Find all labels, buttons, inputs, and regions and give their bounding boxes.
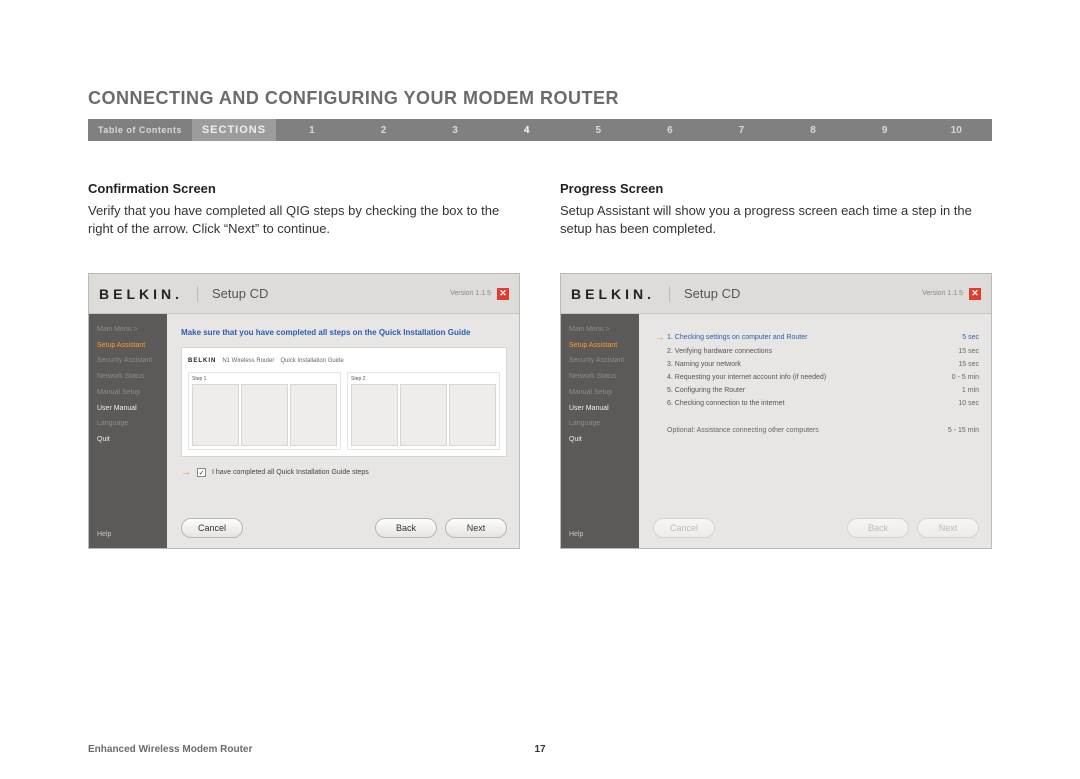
version-label: Version 1.1.5 [922,290,963,297]
sidebar-quit[interactable]: Quit [97,436,159,444]
nav-section-7[interactable]: 7 [706,119,778,141]
progress-time: 15 sec [933,361,979,368]
progress-list: →1. Checking settings on computer and Ro… [653,332,979,407]
progress-screenshot: BELKIN. Setup CD Version 1.1.5 ✕ Main Me… [560,273,992,549]
brand-logo: BELKIN. [571,286,670,302]
sidebar-security-assistant[interactable]: Security Assistant [569,357,631,365]
nav-section-10[interactable]: 10 [920,119,992,141]
arrow-icon: → [653,332,667,342]
qig-step1-title: Step 1 [192,376,337,382]
page-title: CONNECTING AND CONFIGURING YOUR MODEM RO… [88,88,992,109]
section-nav: Table of Contents SECTIONS 12345678910 [88,119,992,141]
confirm-text: I have completed all Quick Installation … [212,469,369,476]
progress-row: 2. Verifying hardware connections15 sec [653,348,979,355]
sidebar: Main Menu > Setup Assistant Security Ass… [89,314,167,548]
sidebar-language[interactable]: Language [569,420,631,428]
nav-section-5[interactable]: 5 [562,119,634,141]
qig-preview: BELKIN N1 Wireless Router Quick Installa… [181,347,507,457]
progress-time: 0 - 5 min [933,374,979,381]
qig-step-2: Step 2 [347,372,500,450]
brand-logo: BELKIN. [99,286,198,302]
cancel-button[interactable]: Cancel [181,518,243,538]
progress-label: 6. Checking connection to the internet [667,400,933,407]
optional-time: 5 - 15 min [933,427,979,434]
close-icon[interactable]: ✕ [497,288,509,300]
arrow-icon: → [181,467,191,478]
cancel-button[interactable]: Cancel [653,518,715,538]
nav-section-9[interactable]: 9 [849,119,921,141]
sidebar-main-menu[interactable]: Main Menu > [569,326,631,334]
nav-section-4[interactable]: 4 [491,119,563,141]
progress-row: 5. Configuring the Router1 min [653,387,979,394]
next-button[interactable]: Next [917,518,979,538]
progress-time: 5 sec [933,334,979,341]
sidebar-network-status[interactable]: Network Status [569,373,631,381]
nav-section-8[interactable]: 8 [777,119,849,141]
progress-label: 3. Naming your network [667,361,933,368]
app-title: Setup CD [198,286,450,301]
qig-step2-title: Step 2 [351,376,496,382]
sidebar-help[interactable]: Help [569,531,583,538]
progress-label: 1. Checking settings on computer and Rou… [667,334,933,341]
progress-label: 5. Configuring the Router [667,387,933,394]
sidebar-manual-setup[interactable]: Manual Setup [569,389,631,397]
qig-step-1: Step 1 [188,372,341,450]
instruction-text: Make sure that you have completed all st… [181,328,507,337]
sidebar-security-assistant[interactable]: Security Assistant [97,357,159,365]
left-body: Verify that you have completed all QIG s… [88,202,520,237]
nav-toc[interactable]: Table of Contents [88,125,192,135]
version-label: Version 1.1.5 [450,290,491,297]
sidebar-user-manual[interactable]: User Manual [97,405,159,413]
confirm-checkbox[interactable]: ✓ [197,468,206,477]
close-icon[interactable]: ✕ [969,288,981,300]
app-title: Setup CD [670,286,922,301]
progress-label: 4. Requesting your internet account info… [667,374,933,381]
footer: Enhanced Wireless Modem Router 17 [88,744,992,755]
qig-product: N1 Wireless Router [222,358,274,364]
nav-sections-label: SECTIONS [192,119,276,141]
page-number: 17 [534,744,545,755]
sidebar-main-menu[interactable]: Main Menu > [97,326,159,334]
progress-time: 1 min [933,387,979,394]
progress-row: 4. Requesting your internet account info… [653,374,979,381]
back-button[interactable]: Back [847,518,909,538]
sidebar-quit[interactable]: Quit [569,436,631,444]
qig-guide: Quick Installation Guide [280,358,343,364]
nav-section-2[interactable]: 2 [348,119,420,141]
sidebar-user-manual[interactable]: User Manual [569,405,631,413]
right-body: Setup Assistant will show you a progress… [560,202,992,237]
next-button[interactable]: Next [445,518,507,538]
optional-label: Optional: Assistance connecting other co… [667,427,933,434]
sidebar-setup-assistant[interactable]: Setup Assistant [97,342,159,350]
confirmation-screenshot: BELKIN. Setup CD Version 1.1.5 ✕ Main Me… [88,273,520,549]
back-button[interactable]: Back [375,518,437,538]
sidebar-network-status[interactable]: Network Status [97,373,159,381]
sidebar-manual-setup[interactable]: Manual Setup [97,389,159,397]
progress-row: 6. Checking connection to the internet10… [653,400,979,407]
nav-section-6[interactable]: 6 [634,119,706,141]
footer-title: Enhanced Wireless Modem Router [88,744,252,755]
nav-section-1[interactable]: 1 [276,119,348,141]
sidebar-setup-assistant[interactable]: Setup Assistant [569,342,631,350]
nav-section-3[interactable]: 3 [419,119,491,141]
sidebar-language[interactable]: Language [97,420,159,428]
progress-row: 3. Naming your network15 sec [653,361,979,368]
qig-brand: BELKIN [188,358,216,364]
progress-row: →1. Checking settings on computer and Ro… [653,332,979,342]
left-heading: Confirmation Screen [88,181,520,196]
sidebar: Main Menu > Setup Assistant Security Ass… [561,314,639,548]
progress-time: 10 sec [933,400,979,407]
progress-label: 2. Verifying hardware connections [667,348,933,355]
right-heading: Progress Screen [560,181,992,196]
progress-time: 15 sec [933,348,979,355]
sidebar-help[interactable]: Help [97,531,111,538]
